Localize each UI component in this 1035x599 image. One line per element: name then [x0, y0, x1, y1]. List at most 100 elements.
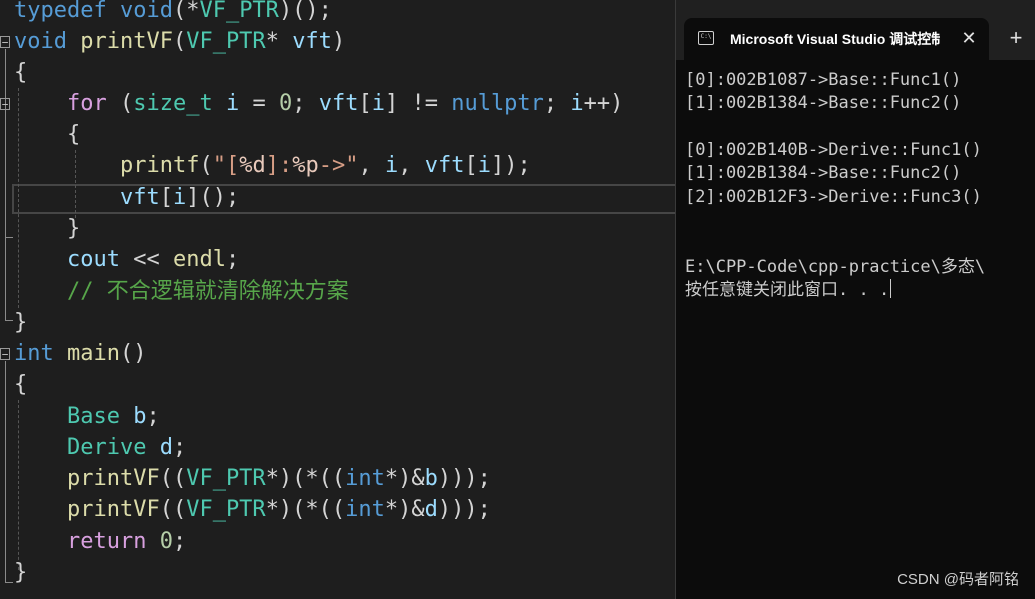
- code-token: d: [159, 435, 173, 460]
- fold-region-line: [5, 49, 6, 320]
- console-output-line: E:\CPP-Code\cpp-practice\多态\: [685, 257, 986, 277]
- console-output-line: [0]:002B1087->Base::Func1(): [685, 70, 962, 90]
- tab-title: Microsoft Visual Studio 调试控制台: [730, 31, 940, 47]
- code-token: d: [424, 497, 438, 522]
- code-line: printVF((VF_PTR*)(*((int*)&b)));: [14, 463, 491, 494]
- console-prompt-line: 按任意键关闭此窗口. . .: [685, 279, 892, 302]
- code-token: b: [424, 466, 438, 491]
- code-token: size_t: [133, 91, 213, 116]
- code-token: i: [477, 153, 491, 178]
- close-icon[interactable]: ✕: [958, 27, 980, 49]
- code-line: {: [14, 57, 27, 88]
- code-token: VF_PTR: [186, 29, 266, 54]
- code-token: {: [14, 372, 28, 397]
- console-window[interactable]: C:\ Microsoft Visual Studio 调试控制台 ✕ + [0…: [675, 0, 1035, 599]
- code-token: ;: [225, 247, 240, 272]
- code-token: ,: [358, 153, 385, 178]
- code-line: printVF((VF_PTR*)(*((int*)&d)));: [14, 494, 491, 525]
- console-output-line: [1]:002B1384->Base::Func2(): [685, 163, 962, 183]
- code-line: }: [14, 307, 27, 338]
- code-token: [: [159, 185, 173, 210]
- fold-region-end: [5, 582, 13, 583]
- code-token: ] !=: [384, 91, 452, 116]
- code-token: <<: [119, 247, 173, 272]
- terminal-tab[interactable]: C:\ Microsoft Visual Studio 调试控制台 ✕: [684, 18, 989, 60]
- code-token: vft: [292, 29, 332, 54]
- code-token: ]();: [186, 185, 240, 210]
- code-line: vft[i]();: [14, 182, 239, 213]
- code-token: main: [67, 341, 120, 366]
- code-line: cout << endl;: [14, 244, 239, 275]
- code-token: vft: [424, 153, 465, 178]
- code-token: ((: [159, 466, 187, 491]
- new-tab-button[interactable]: +: [1004, 26, 1028, 50]
- code-token: ((: [159, 497, 187, 522]
- code-token: {: [14, 60, 28, 85]
- code-line: int main(): [14, 338, 146, 369]
- code-line: for (size_t i = 0; vft[i] != nullptr; i+…: [14, 88, 623, 119]
- code-token: (*: [172, 0, 200, 23]
- code-token: endl: [172, 247, 226, 272]
- fold-collapse-icon[interactable]: −: [0, 348, 10, 361]
- code-token: %d: [239, 153, 266, 178]
- code-token: i: [371, 91, 385, 116]
- fold-collapse-icon[interactable]: −: [0, 36, 10, 49]
- code-token: nullptr: [451, 91, 544, 116]
- code-token: ): [331, 29, 346, 54]
- code-token: Base: [66, 404, 120, 429]
- console-output-line: [1]:002B1384->Base::Func2(): [685, 93, 962, 113]
- code-token: *)(*((: [265, 466, 346, 491]
- code-token: *)&: [384, 497, 425, 522]
- code-token: VF_PTR: [186, 497, 266, 522]
- code-line: {: [14, 369, 27, 400]
- code-token: void: [119, 0, 173, 23]
- code-token: ->": [318, 153, 359, 178]
- code-token: vft: [119, 185, 160, 210]
- code-token: return: [66, 529, 147, 554]
- code-token: cout: [66, 247, 120, 272]
- code-line: typedef void(*VF_PTR)();: [14, 0, 332, 26]
- code-editor[interactable]: − − − typedef void(*VF_PTR)(); void prin…: [0, 0, 675, 599]
- fold-region-line: [5, 361, 6, 582]
- code-token: void: [14, 29, 67, 54]
- code-line: printf("[%d]:%p->", i, vft[i]);: [14, 150, 531, 181]
- code-line: Derive d;: [14, 432, 186, 463]
- code-token: for: [66, 91, 107, 116]
- code-token: [: [358, 91, 372, 116]
- code-token: *: [265, 29, 293, 54]
- code-token: ;: [172, 435, 187, 460]
- console-output-line: [2]:002B12F3->Derive::Func3(): [685, 187, 982, 207]
- code-token: }: [14, 310, 28, 335]
- code-line: Base b;: [14, 401, 160, 432]
- code-token: =: [239, 91, 279, 116]
- code-token: b: [133, 404, 147, 429]
- code-comment: // 不合逻辑就清除解决方案: [66, 279, 349, 304]
- terminal-tab-bar: C:\ Microsoft Visual Studio 调试控制台 ✕ +: [676, 0, 1035, 60]
- code-token: printf: [119, 153, 200, 178]
- code-line: return 0;: [14, 526, 186, 557]
- code-token: )();: [278, 0, 332, 23]
- code-token: 0: [159, 529, 173, 554]
- code-token: *)&: [384, 466, 425, 491]
- code-token: printVF: [66, 497, 160, 522]
- code-token: printVF: [66, 466, 160, 491]
- code-token: )));: [437, 466, 491, 491]
- code-token: int: [345, 497, 385, 522]
- code-token: ;: [543, 91, 571, 116]
- code-token: i: [225, 91, 240, 116]
- terminal-icon: C:\: [698, 31, 714, 45]
- fold-collapse-icon[interactable]: −: [0, 98, 10, 111]
- code-token: ;: [292, 91, 319, 116]
